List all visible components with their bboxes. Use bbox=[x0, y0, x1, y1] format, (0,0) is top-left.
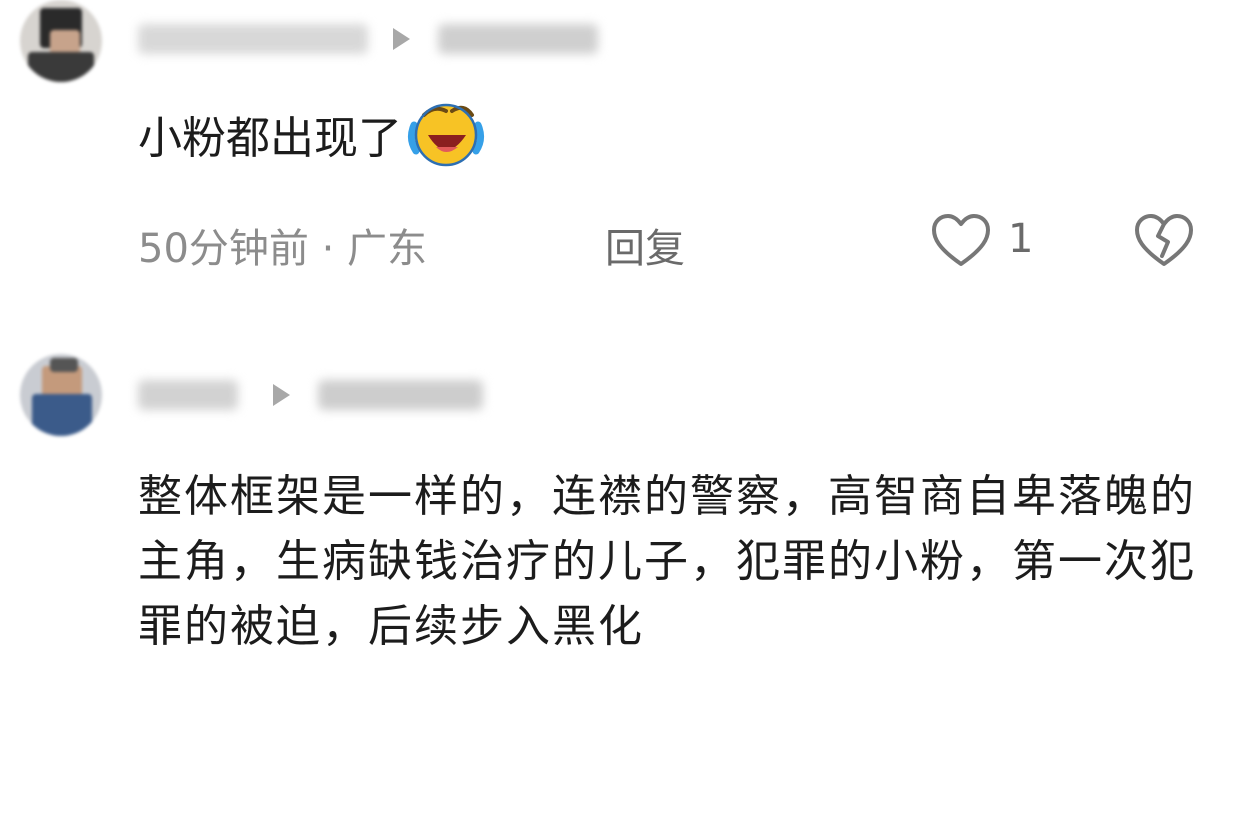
avatar[interactable] bbox=[20, 0, 102, 82]
blurred-username[interactable] bbox=[138, 24, 368, 54]
comment-text: 整体框架是一样的，连襟的警察，高智商自卑落魄的主角，生病缺钱治疗的儿子，犯罪的小… bbox=[138, 471, 1196, 652]
comment-meta: 50分钟前 · 广东 回复 1 bbox=[138, 210, 1218, 272]
comment-text: 小粉都出现了 bbox=[138, 95, 486, 171]
comment-item: 小粉都出现了 50分钟前 · 广东 回复 1 bbox=[0, 0, 1238, 300]
like-count: 1 bbox=[1008, 216, 1034, 262]
play-triangle-icon bbox=[393, 28, 410, 50]
heart-outline-icon[interactable] bbox=[930, 212, 992, 270]
comment-item: 整体框架是一样的，连襟的警察，高智商自卑落魄的主角，生病缺钱治疗的儿子，犯罪的小… bbox=[0, 340, 1238, 816]
blurred-target-username[interactable] bbox=[438, 24, 598, 54]
time-location: 50分钟前 · 广东 bbox=[138, 226, 428, 272]
blurred-target-username[interactable] bbox=[318, 380, 483, 410]
username-row[interactable] bbox=[138, 14, 618, 64]
blurred-username[interactable] bbox=[138, 380, 238, 410]
username-row[interactable] bbox=[138, 370, 498, 420]
play-triangle-icon bbox=[273, 384, 290, 406]
reply-button[interactable]: 回复 bbox=[605, 216, 685, 274]
laughing-crying-emoji-icon bbox=[407, 103, 485, 167]
avatar[interactable] bbox=[20, 354, 102, 436]
broken-heart-icon[interactable] bbox=[1132, 212, 1196, 270]
